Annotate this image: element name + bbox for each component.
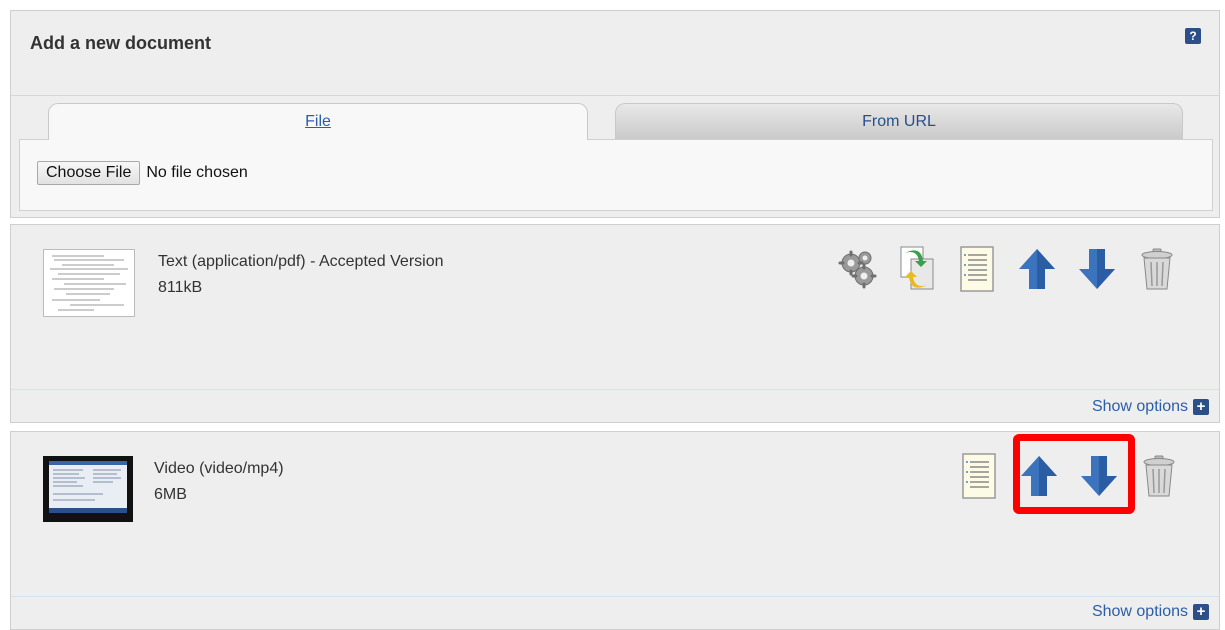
show-options-label[interactable]: Show options (1092, 603, 1188, 621)
trash-icon[interactable] (1139, 452, 1179, 500)
tab-file[interactable]: File (48, 103, 588, 140)
document-icon[interactable] (959, 452, 999, 500)
highlight-box (1013, 434, 1135, 514)
show-options-label[interactable]: Show options (1092, 398, 1188, 416)
up-arrow-icon[interactable] (1017, 245, 1057, 293)
plus-icon[interactable]: + (1193, 399, 1209, 415)
show-options-link[interactable]: Show options + (1092, 398, 1209, 416)
document-size: 811kB (158, 279, 203, 296)
question-icon[interactable]: ? (1185, 28, 1201, 44)
choose-file-button[interactable]: Choose File (37, 161, 141, 185)
file-status: No file chosen (146, 164, 248, 181)
tab-from-url-label[interactable]: From URL (862, 113, 936, 130)
file-input: Choose File No file chosen (37, 161, 248, 185)
trash-icon[interactable] (1137, 245, 1177, 293)
add-document-panel: Add a new document ? File From URL Choos… (10, 10, 1220, 218)
tab-file-label[interactable]: File (305, 113, 331, 130)
down-arrow-icon[interactable] (1077, 245, 1117, 293)
video-thumbnail[interactable] (43, 456, 133, 522)
panel-title: Add a new document (30, 33, 212, 53)
plus-icon[interactable]: + (1193, 604, 1209, 620)
show-options-link[interactable]: Show options + (1092, 603, 1209, 621)
panel-divider (11, 389, 1219, 390)
panel-divider (11, 596, 1219, 597)
tab-divider (11, 95, 1219, 96)
document-info: Video (video/mp4) 6MB (154, 456, 284, 508)
document-item: Text (application/pdf) - Accepted Versio… (10, 224, 1220, 423)
document-size: 6MB (154, 486, 187, 503)
document-actions (837, 245, 1177, 293)
document-info: Text (application/pdf) - Accepted Versio… (158, 249, 444, 301)
document-title: Video (video/mp4) (154, 460, 284, 477)
gears-icon[interactable] (837, 245, 877, 293)
file-tab-content: Choose File No file chosen (19, 139, 1213, 211)
convert-icon[interactable] (897, 245, 937, 293)
document-icon[interactable] (957, 245, 997, 293)
document-title: Text (application/pdf) - Accepted Versio… (158, 253, 444, 270)
tab-from-url[interactable]: From URL (615, 103, 1183, 140)
pdf-thumbnail[interactable] (43, 249, 135, 317)
